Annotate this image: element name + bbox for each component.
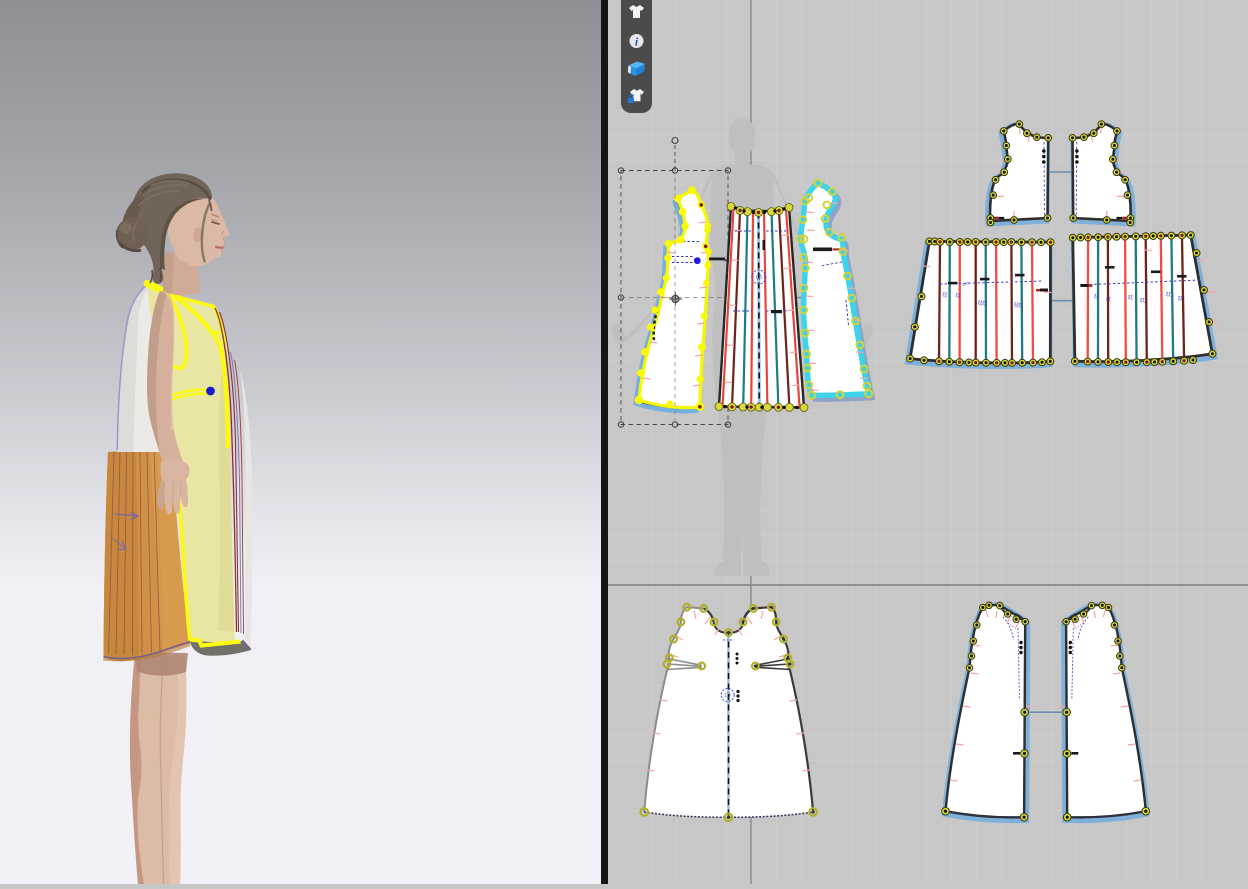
svg-text:ξξ: ξξ	[1128, 295, 1133, 301]
svg-text:ξξ: ξξ	[1178, 296, 1183, 302]
svg-text:ξξ: ξξ	[1094, 294, 1099, 300]
svg-text:ξξ: ξξ	[1106, 297, 1111, 303]
svg-text:ξξ: ξξ	[1140, 298, 1145, 304]
svg-text:ξξ: ξξ	[1166, 292, 1171, 298]
